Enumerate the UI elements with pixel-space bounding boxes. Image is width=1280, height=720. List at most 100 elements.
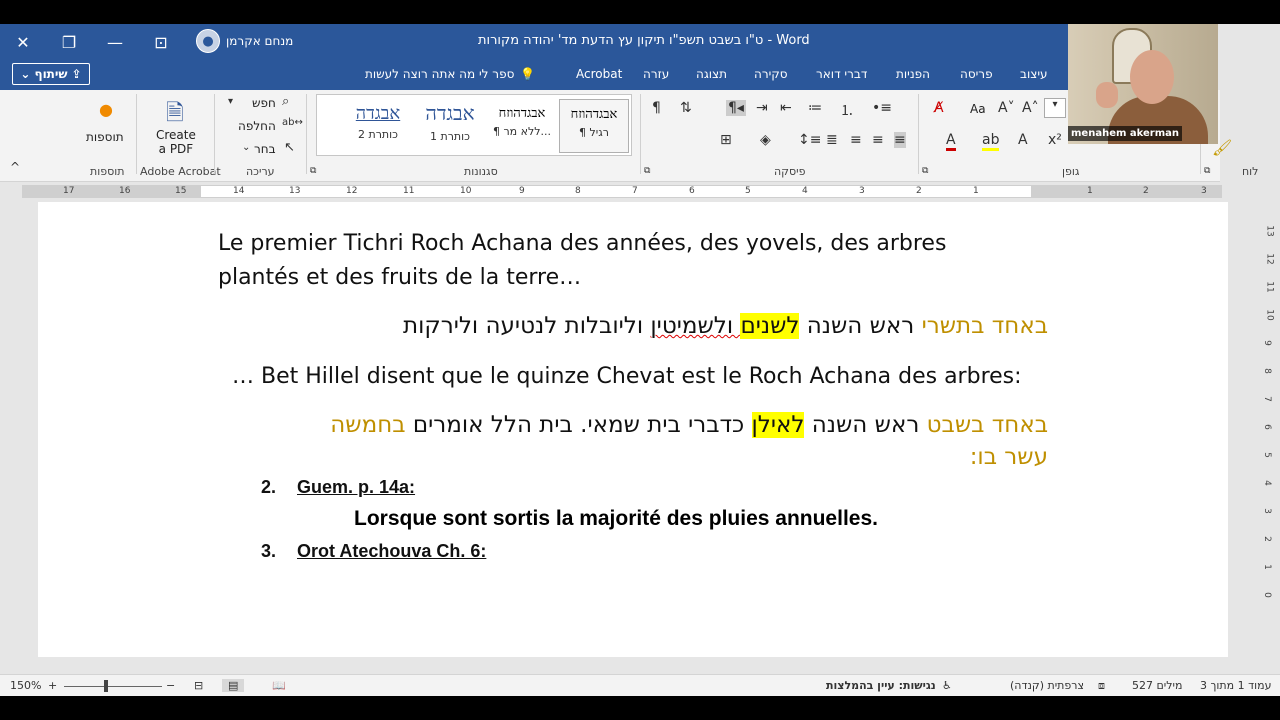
tab-acrobat[interactable]: Acrobat	[576, 67, 622, 81]
ruler-label: 3	[859, 186, 865, 196]
collapse-ribbon-icon[interactable]: ^	[10, 160, 20, 174]
zoom-slider-thumb[interactable]	[104, 680, 108, 692]
create-pdf-button[interactable]: Create a PDF	[156, 128, 196, 156]
align-left-icon[interactable]: ≡	[850, 132, 862, 148]
find-button[interactable]: חפש	[252, 96, 276, 110]
select-button[interactable]: בחר	[254, 142, 276, 156]
zoom-level[interactable]: 150%	[10, 679, 41, 692]
ruler-label: 13	[1264, 225, 1275, 237]
superscript-icon[interactable]: x²	[1048, 132, 1062, 148]
adobe-group-label: Adobe Acrobat	[140, 165, 221, 178]
print-layout-icon[interactable]: ▤	[222, 679, 245, 692]
addins-button[interactable]: תוספות	[86, 130, 124, 144]
highlight-icon[interactable]: ab	[982, 132, 1000, 151]
accessibility-status[interactable]: נגישות: עיין בהמלצות	[826, 679, 936, 692]
clear-formatting-icon[interactable]: A̸	[934, 100, 944, 116]
list-number: 3.	[261, 541, 277, 561]
style-no-spacing[interactable]: אבגדהוזח ¶ ללא מר...	[487, 99, 557, 153]
indent-icon[interactable]: ⇥	[756, 100, 768, 116]
dialog-launcher-icon[interactable]: ⧉	[1204, 166, 1210, 176]
ruler-label: 12	[346, 186, 358, 196]
focus-mode-icon[interactable]: ⊟	[194, 679, 203, 692]
text-effects-icon[interactable]: A	[1018, 132, 1028, 148]
sort-icon[interactable]: ⇅	[680, 100, 692, 116]
paragraph-group-label: פיסקה	[774, 165, 806, 178]
align-center-icon[interactable]: ≡	[872, 132, 884, 148]
style-name: כותרת 2	[358, 128, 398, 141]
paragraph-french-3: … Bet Hillel disent que le quinze Chevat…	[232, 364, 1022, 389]
addins-icon[interactable]: ●	[99, 100, 113, 119]
tab-view[interactable]: תצוגה	[696, 67, 727, 81]
document-page[interactable]: Le premier Tichri Roch Achana des années…	[38, 202, 1228, 657]
font-size-dropdown[interactable]: ▾	[1044, 98, 1066, 118]
tab-references[interactable]: הפניות	[896, 67, 930, 81]
replace-button[interactable]: החלפה	[238, 119, 276, 133]
line-spacing-icon[interactable]: ↕≡	[798, 132, 821, 148]
video-thumbnail[interactable]: menahem akerman	[1068, 24, 1218, 144]
dialog-launcher-icon[interactable]: ⧉	[310, 166, 316, 176]
style-sample: אבגדהוזח	[498, 106, 546, 121]
word-count[interactable]: 527 מילים	[1132, 679, 1182, 692]
shading-icon[interactable]: ◈	[760, 132, 771, 148]
grow-font-icon[interactable]: A˄	[1022, 100, 1039, 116]
minimize-icon[interactable]: —	[92, 24, 138, 60]
video-person-hand	[1096, 82, 1118, 108]
styles-gallery: אבגדה כותרת 2 אבגדה כותרת 1 אבגדהוזח ¶ ל…	[316, 94, 632, 156]
page-number[interactable]: עמוד 1 מתוך 3	[1200, 679, 1271, 692]
ruler-label: 7	[1261, 396, 1272, 402]
change-case-button[interactable]: Aa	[970, 102, 986, 116]
font-color-icon[interactable]: A	[946, 132, 956, 151]
multilevel-list-icon[interactable]: ≔	[808, 100, 822, 116]
zoom-in-icon[interactable]: +	[48, 679, 57, 692]
chevron-down-icon[interactable]: ▾	[228, 96, 233, 107]
zoom-slider[interactable]	[64, 686, 162, 687]
align-right-icon[interactable]: ≡	[894, 132, 906, 148]
tell-me-search[interactable]: ספר לי מה אתה רוצה לעשות 💡	[365, 67, 535, 81]
ruler-label: 14	[233, 186, 245, 196]
word-app-window: ✕ ❐ — ⊡ ● מנחם אקרמן ט"ו בשבט תשפ"ו תיקו…	[0, 0, 1280, 720]
tell-me-text: ספר לי מה אתה רוצה לעשות	[365, 67, 515, 81]
tab-mailings[interactable]: דברי דואר	[816, 67, 867, 81]
lightbulb-icon: 💡	[520, 67, 536, 81]
rtl-direction-icon[interactable]: ¶◂	[726, 100, 746, 116]
bullets-icon[interactable]: •≡	[872, 100, 892, 116]
style-normal[interactable]: אבגדהוזח ¶ רגיל	[559, 99, 629, 153]
proofing-icon[interactable]: ⧈	[1098, 679, 1105, 693]
tab-help[interactable]: עזרה	[643, 67, 669, 81]
borders-icon[interactable]: ⊞	[720, 132, 732, 148]
read-mode-icon[interactable]: 📖	[272, 679, 286, 692]
ruler-label: 9	[1261, 340, 1272, 346]
style-name: ¶ רגיל	[579, 126, 609, 139]
hebrew-gold-text: באחד בתשרי	[921, 313, 1048, 339]
language-status[interactable]: צרפתית (קנדה)	[1010, 679, 1084, 692]
tab-design[interactable]: עיצוב	[1020, 67, 1048, 81]
horizontal-ruler[interactable]: 17 16 15 14 13 12 11 10 9 8 7 6 5 4 3 2 …	[22, 185, 1222, 198]
ruler-label: 3	[1261, 508, 1272, 514]
style-heading-1[interactable]: אבגדה כותרת 1	[415, 99, 485, 153]
pilcrow-icon[interactable]: ¶	[652, 100, 661, 116]
hebrew-highlight-text: לשנים	[740, 313, 800, 339]
justify-icon[interactable]: ≣	[826, 132, 838, 148]
outdent-icon[interactable]: ⇤	[780, 100, 792, 116]
ruler-label: 10	[460, 186, 472, 196]
user-name: מנחם אקרמן	[226, 34, 294, 48]
user-account[interactable]: ● מנחם אקרמן	[196, 29, 293, 53]
close-icon[interactable]: ✕	[0, 24, 46, 60]
font-group-label: גופן	[1062, 165, 1080, 178]
style-heading-2[interactable]: אבגדה כותרת 2	[343, 99, 413, 153]
shrink-font-icon[interactable]: A˅	[998, 100, 1015, 116]
letterbox-bottom	[0, 696, 1280, 720]
numbering-icon[interactable]: ⒈	[840, 100, 854, 120]
tab-layout[interactable]: פריסה	[960, 67, 993, 81]
vertical-ruler[interactable]: 13 12 11 10 9 8 7 6 5 4 3 2 1 0	[1258, 202, 1280, 669]
dialog-launcher-icon[interactable]: ⧉	[922, 166, 928, 176]
dialog-launcher-icon[interactable]: ⧉	[644, 166, 650, 176]
chevron-down-icon[interactable]: ⌄	[242, 142, 250, 153]
ribbon-display-icon[interactable]: ⊡	[138, 24, 184, 60]
ruler-label: 5	[745, 186, 751, 196]
list-heading: Orot Atechouva Ch. 6:	[297, 541, 487, 561]
share-button[interactable]: ⌄ שיתוף ⇪	[12, 63, 90, 85]
tab-review[interactable]: סקירה	[754, 67, 788, 81]
restore-icon[interactable]: ❐	[46, 24, 92, 60]
zoom-out-icon[interactable]: −	[166, 679, 175, 692]
